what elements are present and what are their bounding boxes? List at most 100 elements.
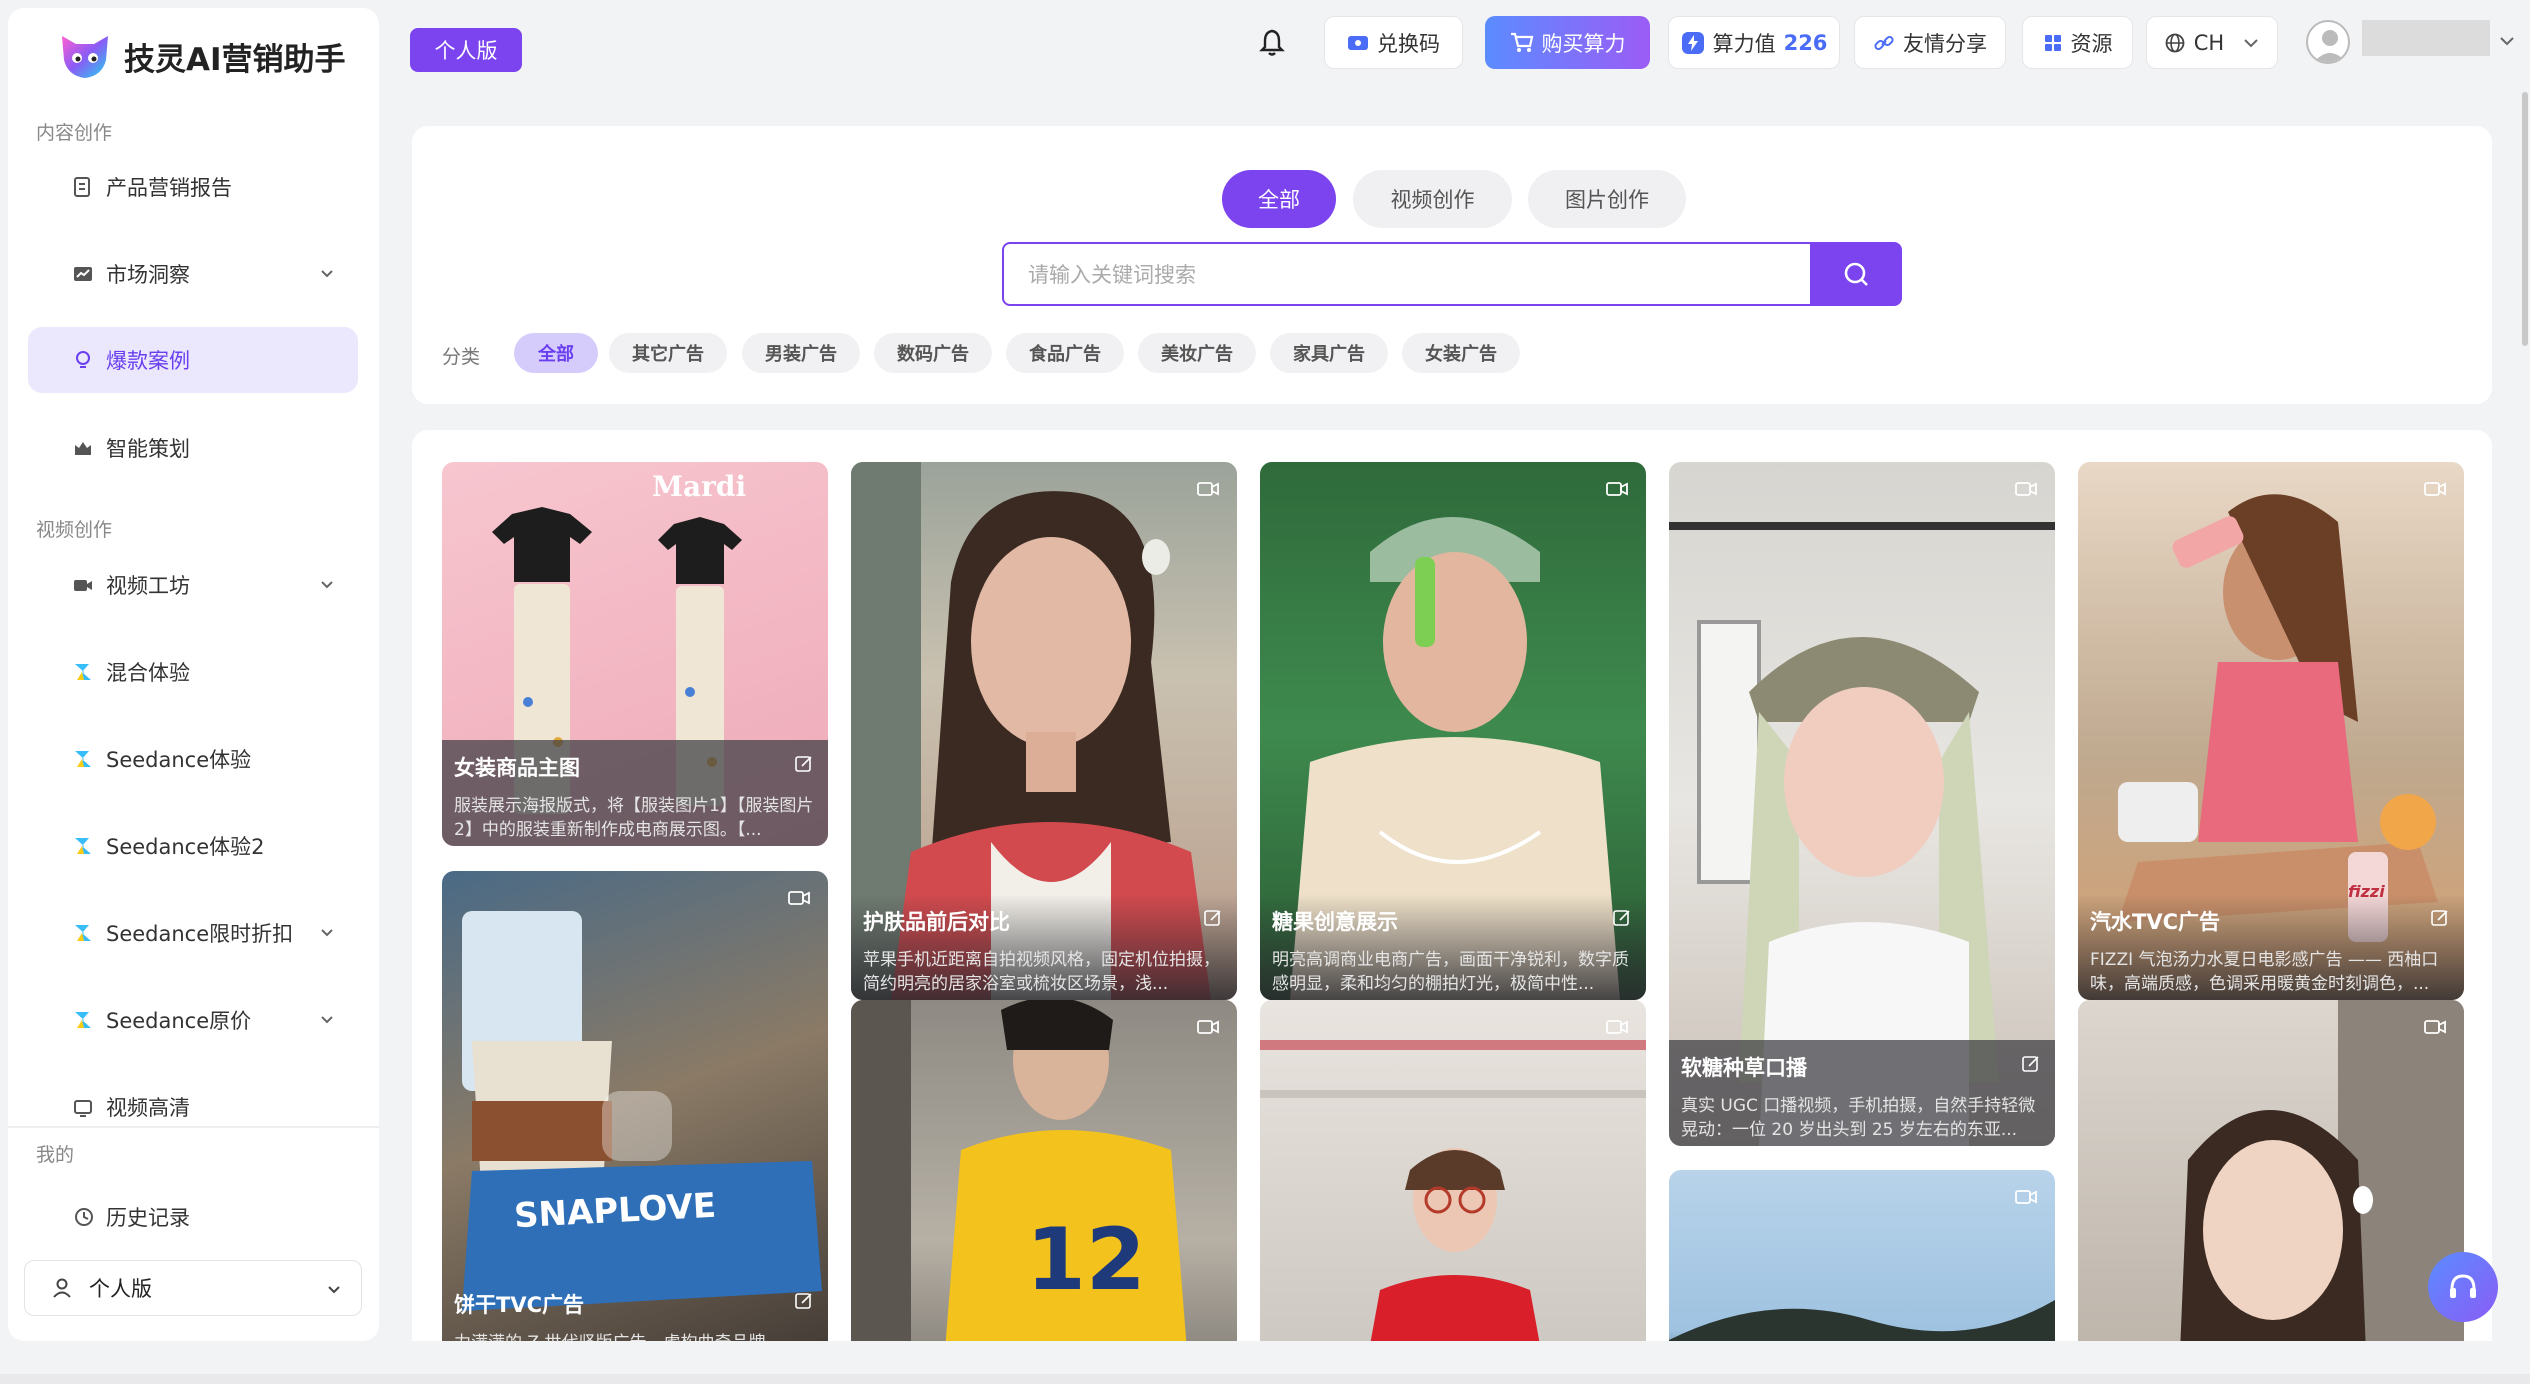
case-card[interactable]: Mardi 女装商品主图 服装展示海报版式，将【服装图片1】【服装图片2】中的服… <box>442 462 828 846</box>
avatar[interactable] <box>2306 20 2350 64</box>
compute-value: 226 <box>1783 30 1828 55</box>
card-image <box>1669 1170 2055 1341</box>
seedance-icon <box>70 659 96 685</box>
brand-name: 技灵AI营销助手 <box>124 41 346 78</box>
tab-image-creation[interactable]: 图片创作 <box>1528 170 1686 228</box>
buy-compute-label: 购买算力 <box>1541 31 1626 56</box>
plan-select[interactable]: 个人版 <box>24 1260 362 1316</box>
category-chip-womenswear[interactable]: 女装广告 <box>1402 333 1520 373</box>
sidebar-item-video-workshop[interactable]: 视频工坊 <box>28 552 358 618</box>
card-title: 软糖种草口播 <box>1681 1056 1807 1080</box>
sidebar-item-label: 产品营销报告 <box>106 176 232 200</box>
sidebar-item-product-report[interactable]: 产品营销报告 <box>28 154 358 220</box>
case-gallery: Mardi 女装商品主图 服装展示海报版式，将【服装图片1】【服装图片2】中的服… <box>412 430 2492 1341</box>
case-card[interactable]: 12 <box>851 1000 1237 1341</box>
page-scrollbar[interactable] <box>2522 92 2528 346</box>
sidebar-item-seedance-discount[interactable]: Seedance限时折扣 <box>28 900 358 966</box>
username-redacted[interactable] <box>2362 20 2490 56</box>
video-camera-icon <box>70 572 96 598</box>
resources-button[interactable]: 资源 <box>2022 16 2133 69</box>
brand-logo[interactable]: 技灵AI营销助手 <box>56 30 346 82</box>
category-chip-other[interactable]: 其它广告 <box>609 333 727 373</box>
case-card[interactable]: fizzi 汽水TVC广告 FIZZI 气泡汤力水夏日电影感广告 —— 西柚口味… <box>2078 462 2464 1000</box>
sidebar-item-mixed-experience[interactable]: 混合体验 <box>28 639 358 705</box>
compute-balance[interactable]: 算力值 226 <box>1668 16 1840 69</box>
sidebar-item-seedance-original[interactable]: Seedance原价 <box>28 987 358 1053</box>
card-description: 苹果手机近距离自拍视频风格，固定机位拍摄，简约明亮的居家浴室或梳妆区场景，浅..… <box>863 950 1220 994</box>
language-select[interactable]: CH <box>2146 16 2278 69</box>
edit-icon[interactable] <box>2021 1054 2041 1078</box>
card-description: 服装展示海报版式，将【服装图片1】【服装图片2】中的服装重新制作成电商展示图。【… <box>454 796 814 840</box>
redeem-code-label: 兑换码 <box>1377 31 1440 56</box>
redeem-code-button[interactable]: 兑换码 <box>1324 16 1463 69</box>
video-icon <box>2015 1188 2037 1210</box>
tab-video-creation[interactable]: 视频创作 <box>1353 170 1512 228</box>
section-label-mine: 我的 <box>36 1144 75 1166</box>
card-title: 糖果创意展示 <box>1272 910 1398 934</box>
category-chip-furniture[interactable]: 家具广告 <box>1270 333 1388 373</box>
sidebar: 技灵AI营销助手 内容创作 产品营销报告 市场洞察 爆款案例 智能策划 视频创作… <box>8 8 379 1341</box>
chevron-down-icon <box>2242 34 2260 52</box>
brand-logo-icon <box>56 30 114 82</box>
friend-share-button[interactable]: 友情分享 <box>1854 16 2006 69</box>
sidebar-item-label: 历史记录 <box>106 1206 190 1230</box>
chevron-down-icon <box>318 263 336 287</box>
chevron-down-icon <box>318 922 336 946</box>
sidebar-item-label: 爆款案例 <box>106 349 190 373</box>
sidebar-item-seedance[interactable]: Seedance体验 <box>28 726 358 792</box>
sidebar-item-label: 混合体验 <box>106 661 190 685</box>
user-icon <box>51 1277 73 1299</box>
case-card[interactable]: 糖果创意展示 明亮高调商业电商广告，画面干净锐利，数字质感明显，柔和均匀的棚拍灯… <box>1260 462 1646 1000</box>
sidebar-item-label: Seedance体验 <box>106 748 252 772</box>
search-input[interactable]: 请输入关键词搜索 <box>1002 242 1814 306</box>
sidebar-item-hot-cases[interactable]: 爆款案例 <box>28 327 358 393</box>
sidebar-item-label: 智能策划 <box>106 437 190 461</box>
section-label-video: 视频创作 <box>36 519 113 541</box>
cart-icon <box>1510 32 1534 54</box>
edit-icon[interactable] <box>2430 908 2450 932</box>
buy-compute-button[interactable]: 购买算力 <box>1485 16 1650 69</box>
language-value: CH <box>2193 30 2225 55</box>
seedance-icon <box>70 746 96 772</box>
edit-icon[interactable] <box>794 1291 814 1315</box>
category-chip-menswear[interactable]: 男装广告 <box>742 333 860 373</box>
sidebar-item-label: Seedance体验2 <box>106 835 265 859</box>
card-image <box>1260 1000 1646 1341</box>
tab-all[interactable]: 全部 <box>1222 170 1336 228</box>
category-chip-digital[interactable]: 数码广告 <box>874 333 992 373</box>
hd-video-icon <box>70 1094 96 1120</box>
plan-badge[interactable]: 个人版 <box>410 28 522 72</box>
category-chip-food[interactable]: 食品广告 <box>1006 333 1124 373</box>
card-title: 女装商品主图 <box>454 756 580 780</box>
card-caption: 软糖种草口播 真实 UGC 口播视频，手机拍摄，自然手持轻微晃动：一位 20 岁… <box>1669 1040 2055 1146</box>
bottom-bar <box>0 1374 2530 1384</box>
case-card[interactable] <box>1669 1170 2055 1341</box>
case-card[interactable]: 护肤品前后对比 苹果手机近距离自拍视频风格，固定机位拍摄，简约明亮的居家浴室或梳… <box>851 462 1237 1000</box>
jersey-number: 12 <box>1026 1210 1146 1310</box>
search-button[interactable] <box>1810 242 1902 306</box>
case-card[interactable]: SNAPLOVE 饼干TVC广告 力满满的 Z 世代竖版广告，虚构曲奇品牌... <box>442 871 828 1341</box>
edit-icon[interactable] <box>1612 908 1632 932</box>
sidebar-item-history[interactable]: 历史记录 <box>28 1184 358 1250</box>
card-title: 饼干TVC广告 <box>454 1293 584 1317</box>
sidebar-item-market-insight[interactable]: 市场洞察 <box>28 241 358 307</box>
category-chip-beauty[interactable]: 美妆广告 <box>1138 333 1256 373</box>
category-chip-all[interactable]: 全部 <box>514 333 598 373</box>
edit-icon[interactable] <box>1203 908 1223 932</box>
case-card[interactable] <box>2078 1000 2464 1341</box>
customer-service-button[interactable] <box>2428 1252 2498 1322</box>
globe-icon <box>2164 32 2186 54</box>
bell-icon[interactable] <box>1256 26 1288 62</box>
chevron-down-icon[interactable] <box>2498 32 2516 54</box>
edit-icon[interactable] <box>794 754 814 778</box>
chevron-down-icon <box>318 1009 336 1033</box>
sidebar-item-seedance-2[interactable]: Seedance体验2 <box>28 813 358 879</box>
section-label-content: 内容创作 <box>36 122 113 144</box>
sidebar-item-smart-planning[interactable]: 智能策划 <box>28 415 358 481</box>
case-card[interactable] <box>1260 1000 1646 1341</box>
ticket-icon <box>1347 33 1369 53</box>
chart-icon <box>70 261 96 287</box>
grid-icon <box>2043 33 2063 53</box>
sidebar-item-video-hd[interactable]: 视频高清 <box>28 1074 358 1140</box>
case-card[interactable]: 软糖种草口播 真实 UGC 口播视频，手机拍摄，自然手持轻微晃动：一位 20 岁… <box>1669 462 2055 1146</box>
